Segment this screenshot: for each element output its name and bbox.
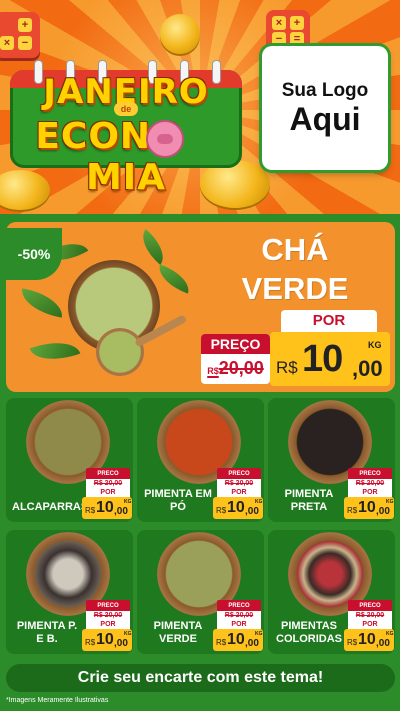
product-price: R$ 10,00 KG <box>344 629 394 651</box>
old-price: R$ 20,00 <box>348 479 392 488</box>
preco-label: PREÇO <box>201 334 270 354</box>
product-name: PIMENTA P. E B. <box>16 620 78 645</box>
old-price: R$ 20,00 <box>217 479 261 488</box>
tea-spoon-image <box>96 328 144 376</box>
coin-icon <box>160 14 200 54</box>
logo-line1: Sua Logo <box>281 80 369 101</box>
old-price: R$ 20,00 <box>348 611 392 620</box>
por-label: POR <box>281 310 377 332</box>
old-price: R$20,00 <box>207 358 264 378</box>
old-price: R$ 20,00 <box>86 479 130 488</box>
product-card: PIMENTA VERDE PRECO R$ 20,00 POR R$ 10,00… <box>137 530 264 654</box>
old-price: R$ 20,00 <box>217 611 261 620</box>
campaign-title-calendar: JANEIRO de ECONOMIA <box>10 60 242 198</box>
calculator-icon: + × − <box>0 12 40 58</box>
por-label: POR <box>217 620 261 629</box>
campaign-title-connector: de <box>114 102 138 116</box>
product-name: PIMENTA VERDE <box>153 620 203 645</box>
product-card: PIMENTAS COLORIDAS PRECO R$ 20,00 POR R$… <box>268 530 395 654</box>
campaign-title-line2: ECONOMIA <box>35 116 183 198</box>
product-name: PIMENTA EM PÓ <box>144 488 212 513</box>
piggy-bank-icon <box>146 120 184 158</box>
calculator-icon: × + − = <box>266 10 310 50</box>
featured-product-name: CHÁ VERDE <box>241 232 349 306</box>
footer-note: *Imagens Meramente Ilustrativas <box>6 697 109 704</box>
discount-badge: -50% <box>6 228 62 280</box>
product-price: R$ 10,00 KG <box>82 497 132 519</box>
tea-leaf-icon <box>134 229 172 265</box>
por-label: POR <box>217 488 261 497</box>
product-card: PIMENTA P. E B. PRECO R$ 20,00 POR R$ 10,… <box>6 530 133 654</box>
featured-price: R$ 10 ,00 KG <box>270 332 390 386</box>
por-label: POR <box>86 620 130 629</box>
por-label: POR <box>86 488 130 497</box>
header-banner: + × − × + − = JANEIRO de ECONOMIA Sua Logo Aq… <box>0 0 400 214</box>
old-price: R$ 20,00 <box>86 611 130 620</box>
tea-leaf-icon <box>29 332 81 370</box>
create-flyer-button[interactable]: Crie seu encarte com este tema! <box>6 664 395 692</box>
logo-placeholder: Sua Logo Aqui <box>262 46 388 170</box>
logo-line2: Aqui <box>289 101 361 137</box>
por-label: POR <box>348 620 392 629</box>
product-name: PIMENTAS COLORIDAS <box>276 620 342 645</box>
product-card: ALCAPARRAS PRECO R$ 20,00 POR R$ 10,00 KG <box>6 398 133 522</box>
product-card: PIMENTA EM PÓ PRECO R$ 20,00 POR R$ 10,00… <box>137 398 264 522</box>
tea-leaf-icon <box>18 288 66 318</box>
product-price: R$ 10,00 KG <box>213 497 263 519</box>
product-card: PIMENTA PRETA PRECO R$ 20,00 POR R$ 10,00… <box>268 398 395 522</box>
product-price: R$ 10,00 KG <box>344 497 394 519</box>
product-name: ALCAPARRAS <box>12 501 89 513</box>
product-name: PIMENTA PRETA <box>284 488 334 513</box>
tea-leaf-icon <box>154 264 194 294</box>
por-label: POR <box>348 488 392 497</box>
product-price: R$ 10,00 KG <box>213 629 263 651</box>
product-price: R$ 10,00 KG <box>82 629 132 651</box>
